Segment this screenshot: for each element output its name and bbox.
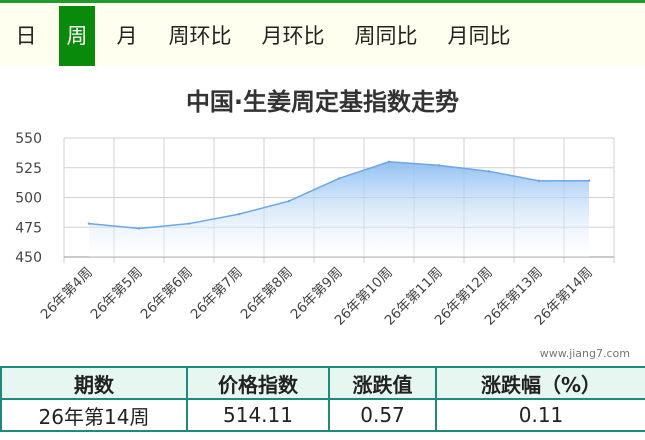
y-tick-label: 550 xyxy=(15,131,42,147)
x-tick-label: 26年第7周 xyxy=(187,264,246,323)
cell-change-percent: 0.11 xyxy=(435,398,645,432)
tab-week-on-week[interactable]: 周环比 xyxy=(160,6,240,66)
data-point xyxy=(337,177,341,180)
period-tab-bar: 日 周 月 周环比 月环比 周同比 月同比 xyxy=(0,0,645,66)
data-point xyxy=(237,212,241,216)
x-tick-label: 26年第6周 xyxy=(137,264,196,323)
data-point xyxy=(587,179,591,182)
data-point xyxy=(487,170,491,173)
cell-change-value: 0.57 xyxy=(328,398,437,432)
data-point xyxy=(187,222,191,225)
data-point xyxy=(137,227,141,230)
tab-day[interactable]: 日 xyxy=(4,6,48,66)
x-tick-label: 26年第5周 xyxy=(87,264,146,323)
cell-price-index: 514.11 xyxy=(186,398,330,432)
data-point xyxy=(287,199,291,203)
y-tick-label: 500 xyxy=(15,191,42,207)
data-point xyxy=(437,164,441,167)
header-period: 期数 xyxy=(0,366,188,400)
x-tick-label: 26年第8周 xyxy=(237,264,296,323)
chart-title: 中国·生姜周定基指数走势 xyxy=(185,88,460,116)
chart-series xyxy=(87,160,591,257)
y-tick-label: 475 xyxy=(15,220,42,236)
header-change-percent: 涨跌幅（%） xyxy=(435,366,645,400)
tab-week[interactable]: 周 xyxy=(59,6,95,66)
index-trend-chart: 450 475 500 525 550 26年第4周26年第5周26年第6周26年第7周2… xyxy=(15,131,615,329)
x-tick-label: 26年第4周 xyxy=(37,264,96,323)
summary-table: 期数 价格指数 涨跌值 涨跌幅（%） 26年第14周 514.11 0.57 0… xyxy=(0,366,645,432)
table-header-row: 期数 价格指数 涨跌值 涨跌幅（%） xyxy=(0,366,645,400)
tab-month[interactable]: 月 xyxy=(106,6,148,66)
tab-month-on-month[interactable]: 月环比 xyxy=(253,6,333,66)
y-tick-label: 525 xyxy=(15,161,42,177)
header-price-index: 价格指数 xyxy=(186,366,330,400)
header-change-value: 涨跌值 xyxy=(328,366,437,400)
data-point xyxy=(87,222,91,225)
cell-period: 26年第14周 xyxy=(0,398,188,432)
data-point xyxy=(387,160,391,163)
data-point xyxy=(537,179,541,183)
table-row: 26年第14周 514.11 0.57 0.11 xyxy=(0,398,645,432)
y-tick-label: 450 xyxy=(15,250,42,266)
tab-month-year-on-year[interactable]: 月同比 xyxy=(439,6,519,66)
watermark: www.jiang7.com xyxy=(539,347,630,360)
tab-week-year-on-year[interactable]: 周同比 xyxy=(346,6,426,66)
